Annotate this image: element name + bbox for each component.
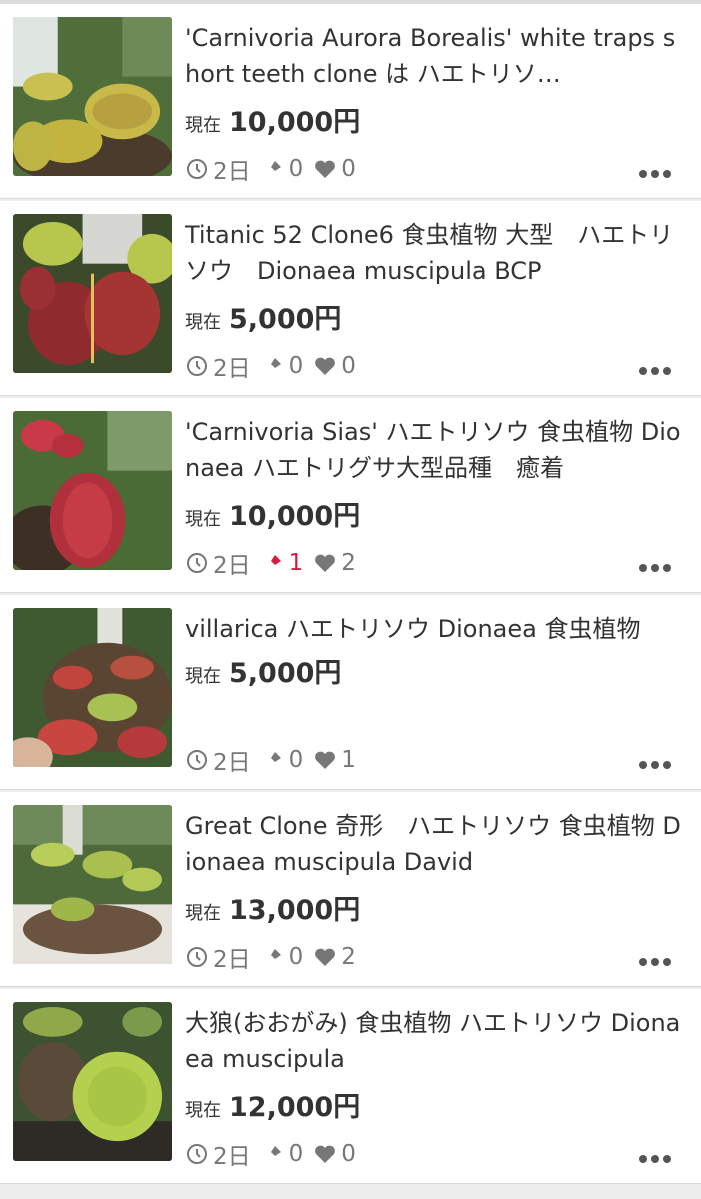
- listing-item[interactable]: Titanic 52 Clone6 食虫植物 大型 ハエトリソウ Dionaea…: [0, 201, 701, 396]
- venus-flytrap-image: [13, 17, 172, 176]
- watch-count: 2: [341, 550, 356, 576]
- clock-icon: [185, 354, 209, 378]
- gavel-icon: [261, 551, 285, 575]
- more-dots-icon[interactable]: [639, 1155, 671, 1163]
- price-value: 10,000円: [229, 501, 361, 532]
- clock-icon: [185, 551, 209, 575]
- bid-count: 1: [288, 550, 304, 576]
- more-dots-icon[interactable]: [639, 564, 671, 572]
- gavel-icon: [261, 1142, 285, 1166]
- price-row: 現在 10,000円: [185, 494, 360, 533]
- price-label: 現在: [185, 1100, 221, 1121]
- listing-thumbnail[interactable]: [13, 1002, 172, 1161]
- price-value: 5,000円: [229, 658, 342, 689]
- venus-flytrap-image: [13, 608, 172, 767]
- price-value: 5,000円: [229, 304, 342, 335]
- more-dots-icon[interactable]: [639, 761, 671, 769]
- watch-count: 0: [341, 353, 356, 379]
- meta-row: 2日 0 1: [185, 743, 362, 777]
- listing-title[interactable]: 'Carnivoria Sias' ハエトリソウ 食虫植物 Dionaea ハエ…: [185, 414, 685, 486]
- watch-count: 1: [341, 747, 356, 773]
- price-row: 現在 12,000円: [185, 1085, 360, 1124]
- listing-item[interactable]: 大狼(おおがみ) 食虫植物 ハエトリソウ Dionaea muscipula 現…: [0, 989, 701, 1184]
- time-left: 2日: [213, 947, 251, 973]
- heart-icon: [313, 354, 337, 378]
- bid-count: 0: [288, 944, 304, 970]
- more-dots-icon[interactable]: [639, 367, 671, 375]
- more-dots-icon[interactable]: [639, 958, 671, 966]
- watch-count: 0: [341, 1141, 356, 1167]
- time-left: 2日: [213, 1144, 251, 1170]
- listing-item[interactable]: 'Carnivoria Sias' ハエトリソウ 食虫植物 Dionaea ハエ…: [0, 398, 701, 593]
- listing-thumbnail[interactable]: [13, 214, 172, 373]
- bid-count: 0: [288, 1141, 304, 1167]
- heart-icon: [313, 945, 337, 969]
- meta-row: 2日 0 0: [185, 349, 362, 383]
- price-label: 現在: [185, 509, 221, 530]
- listing-thumbnail[interactable]: [13, 17, 172, 176]
- more-dots-icon[interactable]: [639, 170, 671, 178]
- time-left: 2日: [213, 356, 251, 382]
- price-row: 現在 5,000円: [185, 651, 341, 690]
- clock-icon: [185, 945, 209, 969]
- time-left: 2日: [213, 750, 251, 776]
- listing-title[interactable]: villarica ハエトリソウ Dionaea 食虫植物: [185, 611, 685, 647]
- bid-count: 0: [288, 156, 304, 182]
- clock-icon: [185, 748, 209, 772]
- meta-row: 2日 1 2: [185, 546, 362, 580]
- listing-title[interactable]: 'Carnivoria Aurora Borealis' white traps…: [185, 20, 685, 92]
- meta-row: 2日 0 0: [185, 152, 362, 186]
- price-row: 現在 10,000円: [185, 100, 360, 139]
- listing-title[interactable]: Great Clone 奇形 ハエトリソウ 食虫植物 Dionaea musci…: [185, 808, 685, 880]
- heart-icon: [313, 748, 337, 772]
- bid-count: 0: [288, 353, 304, 379]
- bid-count: 0: [288, 747, 304, 773]
- gavel-icon: [261, 157, 285, 181]
- venus-flytrap-image: [13, 805, 172, 964]
- auction-list-page: 'Carnivoria Aurora Borealis' white traps…: [0, 0, 701, 1199]
- listing-thumbnail[interactable]: [13, 608, 172, 767]
- watch-count: 2: [341, 944, 356, 970]
- heart-icon: [313, 157, 337, 181]
- meta-row: 2日 0 0: [185, 1137, 362, 1171]
- clock-icon: [185, 157, 209, 181]
- watch-count: 0: [341, 156, 356, 182]
- gavel-icon: [261, 945, 285, 969]
- venus-flytrap-image: [13, 1002, 172, 1161]
- price-value: 12,000円: [229, 1092, 361, 1123]
- price-label: 現在: [185, 312, 221, 333]
- listing-item[interactable]: Great Clone 奇形 ハエトリソウ 食虫植物 Dionaea musci…: [0, 792, 701, 987]
- venus-flytrap-image: [13, 411, 172, 570]
- time-left: 2日: [213, 159, 251, 185]
- listing-item[interactable]: villarica ハエトリソウ Dionaea 食虫植物 現在 5,000円 …: [0, 595, 701, 790]
- price-label: 現在: [185, 115, 221, 136]
- price-label: 現在: [185, 903, 221, 924]
- price-row: 現在 13,000円: [185, 888, 360, 927]
- venus-flytrap-image: [13, 214, 172, 373]
- listing-thumbnail[interactable]: [13, 411, 172, 570]
- price-value: 13,000円: [229, 895, 361, 926]
- listing-item[interactable]: 'Carnivoria Aurora Borealis' white traps…: [0, 4, 701, 199]
- price-label: 現在: [185, 666, 221, 687]
- price-row: 現在 5,000円: [185, 297, 341, 336]
- clock-icon: [185, 1142, 209, 1166]
- listing-title[interactable]: Titanic 52 Clone6 食虫植物 大型 ハエトリソウ Dionaea…: [185, 217, 685, 289]
- listing-title[interactable]: 大狼(おおがみ) 食虫植物 ハエトリソウ Dionaea muscipula: [185, 1005, 685, 1077]
- meta-row: 2日 0 2: [185, 940, 362, 974]
- heart-icon: [313, 551, 337, 575]
- heart-icon: [313, 1142, 337, 1166]
- listing-thumbnail[interactable]: [13, 805, 172, 964]
- price-value: 10,000円: [229, 107, 361, 138]
- time-left: 2日: [213, 553, 251, 579]
- gavel-icon: [261, 748, 285, 772]
- gavel-icon: [261, 354, 285, 378]
